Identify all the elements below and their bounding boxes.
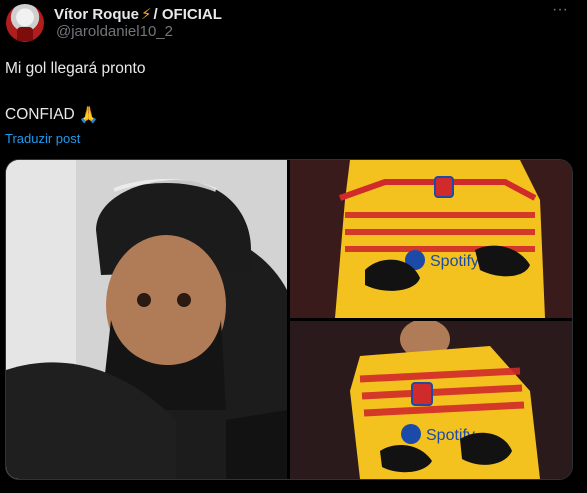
translate-post-link[interactable]: Traduzir post [5, 131, 80, 146]
post-text-line-2-text: CONFIAD [5, 106, 75, 123]
jersey-photo-bottom[interactable]: Spotify [290, 321, 572, 479]
media-gallery: Spotify Spotify [5, 159, 573, 480]
author-name-suffix[interactable]: / OFICIAL [154, 6, 222, 23]
praying-hands-emoji: 🙏 [78, 107, 99, 124]
author-handle[interactable]: @jaroldaniel10_2 [56, 23, 173, 40]
more-options-icon[interactable]: ··· [549, 1, 571, 18]
sponsor-text-top: Spotify [430, 253, 479, 270]
author-name[interactable]: Vítor Roque [54, 6, 139, 23]
lightning-bolt-icon: ⚡ [141, 5, 152, 23]
post-text-line-2: CONFIAD 🙏 [5, 105, 99, 125]
author-name-row: Vítor Roque ⚡ / OFICIAL [54, 5, 222, 23]
author-avatar[interactable] [6, 4, 44, 42]
post-text-line-1: Mi gol llegará pronto [5, 60, 146, 77]
player-beanie-photo[interactable] [6, 160, 287, 479]
jersey-photo-top[interactable]: Spotify [290, 160, 572, 318]
